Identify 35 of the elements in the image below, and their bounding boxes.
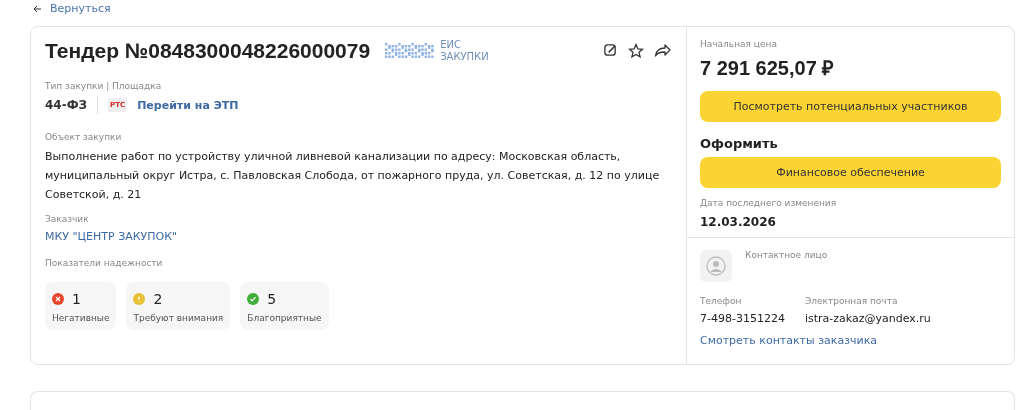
customer-link[interactable]: МКУ "ЦЕНТР ЗАКУПОК" (45, 230, 672, 244)
tender-title: Тендер №0848300048226000079 (45, 39, 371, 64)
field-label: Объект закупки (45, 132, 123, 143)
price-label: Начальная цена (700, 39, 778, 50)
apply-heading: Оформить (700, 136, 779, 152)
arrow-left-icon (33, 4, 42, 13)
date-label: Дата последнего изменения (700, 198, 838, 209)
avatar-icon (700, 250, 732, 283)
object-text: Выполнение работ по устройству уличной ливневой канализации по адресу: Московская область, муниципальный округ Истра, с. Павловская Слобода, от пожарного пруда, ул. Советская, д. 12 по улице Советской, д. 21 (45, 149, 661, 204)
back-link[interactable]: Вернуться (33, 0, 1015, 18)
logo-text: ЗАКУПКИ (440, 51, 489, 64)
indicator-count: 5 (267, 291, 277, 308)
logo-text: ЕИС (440, 39, 462, 52)
indicator-label: Благоприятные (247, 313, 322, 324)
email-label: Электронная почта (804, 296, 899, 307)
share-button[interactable] (654, 43, 672, 60)
contacts-link[interactable]: Смотреть контакты заказчика (700, 334, 1001, 348)
contact-label: Контактное лицо (745, 250, 828, 261)
law-value: 44-ФЗ (45, 98, 88, 113)
platform-link[interactable]: Перейти на ЭТП (137, 98, 239, 112)
field-label: Показатели надежности (45, 258, 164, 269)
indicator-label: Негативные (52, 313, 110, 324)
email-value: istra-zakaz@yandex.ru (804, 312, 931, 326)
indicator-count: 1 (72, 291, 81, 308)
finance-button[interactable]: Финансовое обеспечение (700, 157, 1001, 189)
field-label: Заказчик (45, 214, 90, 225)
phone-value: 7-498-3151224 (700, 312, 785, 326)
star-button[interactable] (628, 43, 644, 60)
phone-label: Телефон (700, 296, 743, 307)
participants-button[interactable]: Посмотреть потенциальных участников (700, 91, 1001, 123)
indicator-label: Требуют внимания (133, 313, 224, 324)
price-value: 7 291 625,07 ₽ (700, 56, 836, 82)
field-label: Тип закупки | Площадка (45, 81, 163, 92)
date-value: 12.03.2026 (700, 215, 777, 230)
indicator-count: 2 (153, 291, 163, 308)
